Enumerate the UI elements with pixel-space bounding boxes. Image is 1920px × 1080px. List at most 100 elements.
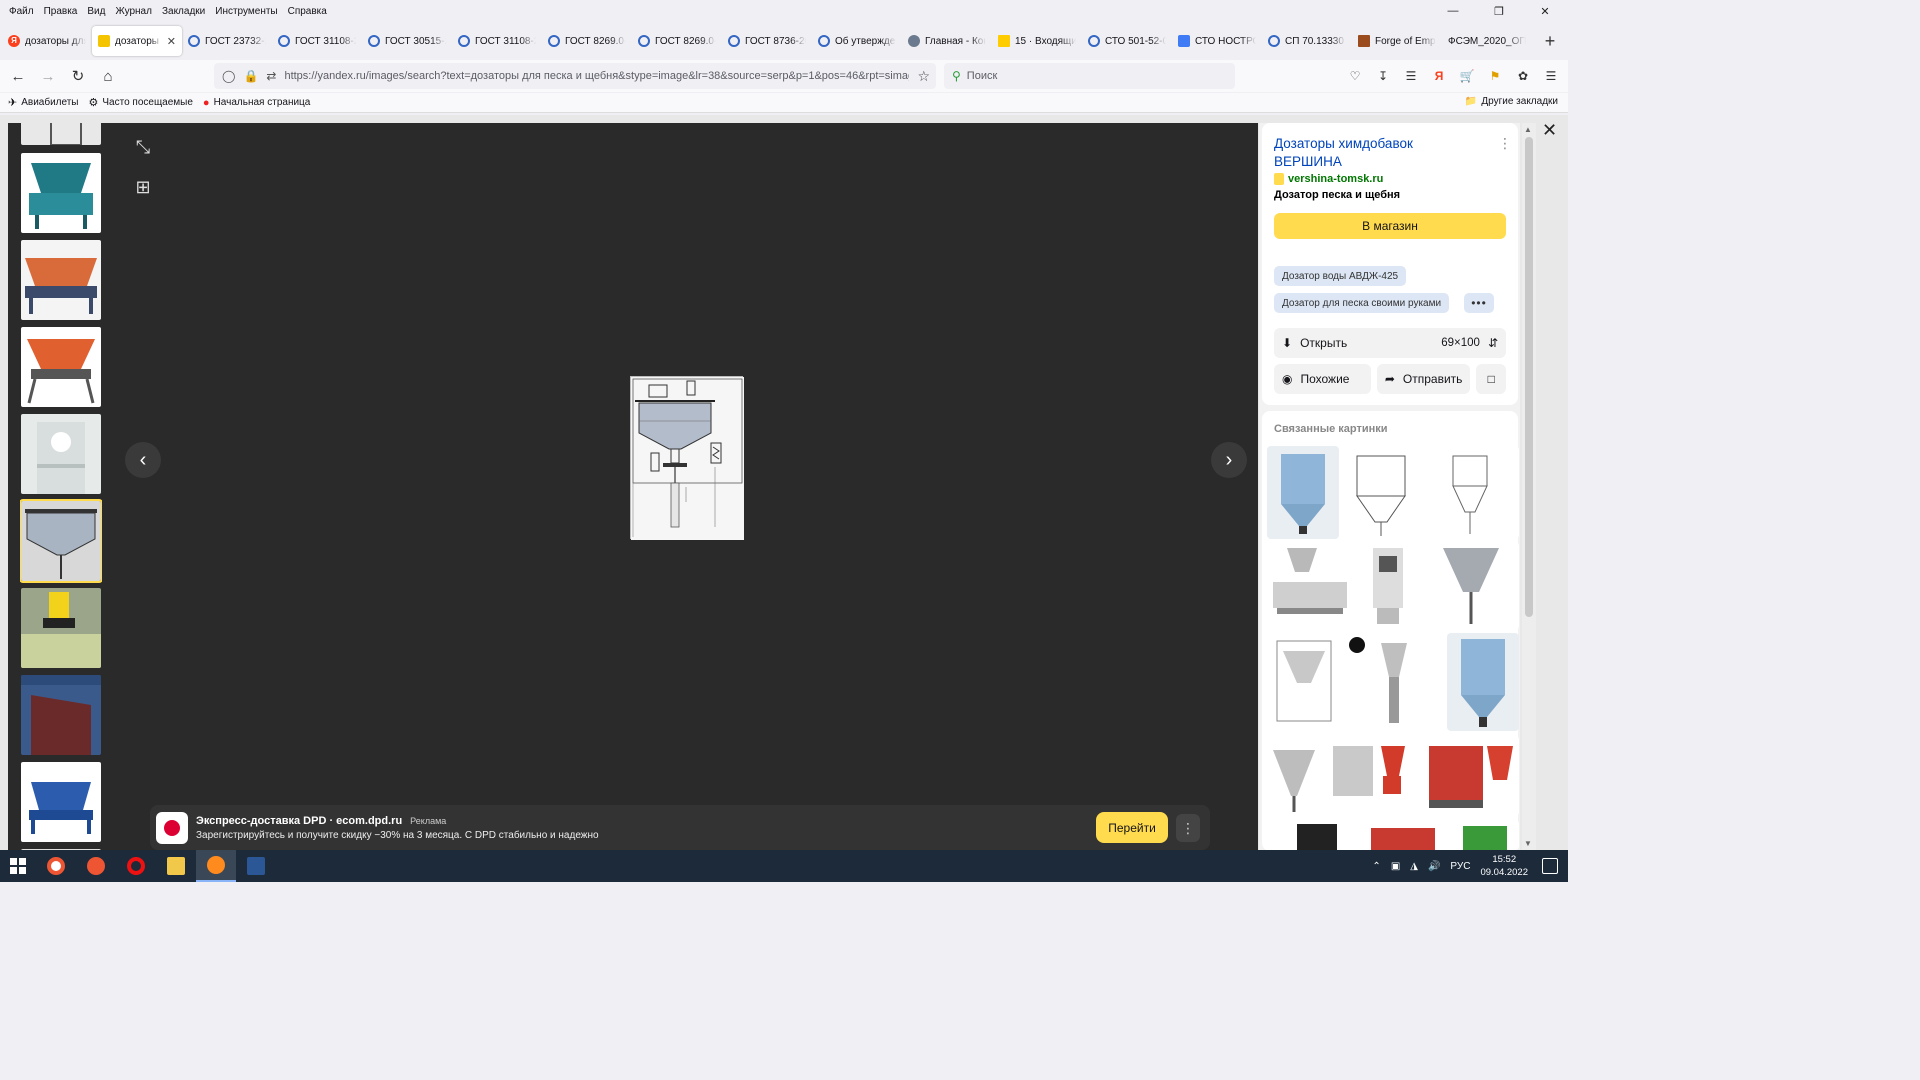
menu-history[interactable]: Журнал bbox=[110, 6, 157, 17]
volume-icon[interactable]: 🔊 bbox=[1428, 861, 1440, 872]
hamburger-menu-icon[interactable]: ☰ bbox=[1542, 64, 1560, 88]
tag-chip[interactable]: Дозатор для песка своими руками bbox=[1274, 293, 1450, 313]
word-taskbar-icon[interactable] bbox=[236, 850, 276, 882]
more-options-icon[interactable]: ⋮ bbox=[1498, 135, 1512, 152]
bookmark-start-page[interactable]: ● Начальная страница bbox=[203, 97, 310, 109]
size-select[interactable]: 69×100 bbox=[1441, 337, 1480, 349]
related-image[interactable] bbox=[1267, 736, 1321, 816]
extension-icon[interactable]: ✿ bbox=[1514, 64, 1532, 88]
main-image[interactable] bbox=[630, 376, 744, 540]
notifications-icon[interactable] bbox=[1542, 858, 1558, 874]
downloads-icon[interactable]: ↧ bbox=[1374, 64, 1392, 88]
related-image[interactable] bbox=[1423, 446, 1519, 539]
related-image[interactable] bbox=[1267, 633, 1341, 731]
reload-button[interactable]: ↻ bbox=[64, 62, 92, 90]
previous-image-button[interactable]: ‹ bbox=[125, 442, 161, 478]
tag-chip[interactable]: Дозатор воды АВДЖ-425 bbox=[1274, 266, 1407, 286]
url-text[interactable]: https://yandex.ru/images/search?text=доз… bbox=[284, 70, 909, 82]
bookmark-star-icon[interactable]: ☆ bbox=[917, 68, 936, 85]
close-window-button[interactable]: ✕ bbox=[1522, 0, 1568, 22]
to-shop-button[interactable]: В магазин bbox=[1274, 213, 1506, 239]
tab-5[interactable]: ГОСТ 31108-2016 bbox=[452, 26, 542, 56]
thumbnail[interactable] bbox=[21, 588, 101, 668]
lock-icon[interactable]: 🔒 bbox=[243, 69, 258, 83]
menu-edit[interactable]: Правка bbox=[39, 6, 83, 17]
menu-bookmarks[interactable]: Закладки bbox=[157, 6, 210, 17]
related-image[interactable] bbox=[1447, 633, 1519, 731]
thumbnail-strip[interactable] bbox=[20, 123, 102, 850]
menu-view[interactable]: Вид bbox=[82, 6, 110, 17]
address-bar[interactable]: ◯ 🔒 ⇄ https://yandex.ru/images/search?te… bbox=[214, 63, 936, 89]
tab-11[interactable]: 15 · Входящие bbox=[992, 26, 1082, 56]
clock[interactable]: 15:52 09.04.2022 bbox=[1480, 853, 1528, 879]
menu-help[interactable]: Справка bbox=[283, 6, 332, 17]
other-bookmarks[interactable]: 📁 Другие закладки bbox=[1465, 96, 1558, 107]
share-button[interactable]: ➦ Отправить bbox=[1376, 364, 1471, 394]
yandex-extension-icon[interactable]: Я bbox=[1430, 64, 1448, 88]
tab-10[interactable]: Главная - Кон bbox=[902, 26, 992, 56]
related-image[interactable] bbox=[1345, 633, 1443, 731]
thumbnail[interactable] bbox=[21, 675, 101, 755]
tab-6[interactable]: ГОСТ 8269.0-97 bbox=[542, 26, 632, 56]
thumbnail[interactable] bbox=[21, 153, 101, 233]
next-image-button[interactable]: › bbox=[1211, 442, 1247, 478]
related-image[interactable] bbox=[1343, 446, 1419, 539]
related-image[interactable] bbox=[1267, 446, 1339, 539]
tab-3[interactable]: ГОСТ 31108-2016 bbox=[272, 26, 362, 56]
shop-title[interactable]: Дозаторы химдобавок ВЕРШИНА bbox=[1274, 135, 1484, 171]
bookmark-image-button[interactable]: □ bbox=[1476, 364, 1506, 394]
related-image[interactable] bbox=[1325, 736, 1417, 816]
close-tab-icon[interactable]: ✕ bbox=[167, 35, 176, 48]
bookmark-flights[interactable]: ✈ Авиабилеты bbox=[8, 96, 79, 109]
tab-14[interactable]: СП 70.13330 bbox=[1262, 26, 1352, 56]
menu-file[interactable]: Файл bbox=[4, 6, 39, 17]
related-image[interactable] bbox=[1423, 542, 1519, 630]
scroll-up-icon[interactable]: ▲ bbox=[1524, 125, 1532, 134]
related-image[interactable] bbox=[1421, 736, 1519, 816]
shop-domain[interactable]: vershina-tomsk.ru bbox=[1274, 173, 1383, 185]
related-image[interactable] bbox=[1357, 542, 1419, 630]
menu-tools[interactable]: Инструменты bbox=[210, 6, 282, 17]
similar-button[interactable]: ◉ Похожие bbox=[1274, 364, 1371, 394]
thumbnail[interactable] bbox=[21, 240, 101, 320]
permissions-icon[interactable]: ⇄ bbox=[266, 69, 276, 83]
thumbnail-selected[interactable] bbox=[20, 499, 102, 583]
tab-1-active[interactable]: дозаторы для ✕ bbox=[92, 26, 182, 56]
file-explorer-taskbar-icon[interactable] bbox=[156, 850, 196, 882]
yandex-taskbar-icon[interactable] bbox=[76, 850, 116, 882]
bookmark-most-visited[interactable]: ⚙ Часто посещаемые bbox=[89, 96, 193, 109]
thumbnail[interactable] bbox=[21, 123, 101, 145]
tab-8[interactable]: ГОСТ 8736-2014 bbox=[722, 26, 812, 56]
related-image[interactable] bbox=[1267, 542, 1353, 630]
search-engine-icon[interactable]: ⚲ bbox=[952, 69, 961, 83]
ad-title-row[interactable]: Экспресс-доставка DPD · ecom.dpd.ru Рекла… bbox=[196, 815, 599, 827]
firefox-taskbar-icon[interactable] bbox=[196, 850, 236, 882]
ad-go-button[interactable]: Перейти bbox=[1096, 812, 1168, 843]
cart-icon[interactable]: 🛒 bbox=[1458, 64, 1476, 88]
pocket-icon[interactable]: ♡ bbox=[1346, 64, 1364, 88]
search-bar[interactable]: ⚲ Поиск bbox=[944, 63, 1235, 89]
new-tab-button[interactable]: + bbox=[1536, 27, 1564, 55]
scroll-down-icon[interactable]: ▼ bbox=[1524, 839, 1532, 848]
maximize-button[interactable]: ❐ bbox=[1476, 0, 1522, 22]
library-icon[interactable]: ☰ bbox=[1402, 64, 1420, 88]
related-image[interactable] bbox=[1361, 820, 1445, 850]
open-image-row[interactable]: ⬇ Открыть 69×100 ⇵ bbox=[1274, 328, 1506, 358]
thumbnail[interactable] bbox=[21, 327, 101, 407]
tray-expand-icon[interactable]: ⌃ bbox=[1372, 861, 1380, 872]
tablet-icon[interactable]: ▣ bbox=[1391, 861, 1400, 872]
ad-banner[interactable]: Экспресс-доставка DPD · ecom.dpd.ru Рекла… bbox=[150, 805, 1210, 850]
language-indicator[interactable]: РУС bbox=[1450, 861, 1470, 872]
tab-0[interactable]: Ядозаторы для песка bbox=[2, 26, 92, 56]
tab-12[interactable]: СТО 501-52-01 bbox=[1082, 26, 1172, 56]
minimize-button[interactable]: — bbox=[1430, 0, 1476, 22]
scroll-thumb[interactable] bbox=[1525, 137, 1533, 617]
yandex-browser-taskbar-icon[interactable] bbox=[36, 850, 76, 882]
related-image[interactable] bbox=[1267, 820, 1357, 850]
fullscreen-icon[interactable]: ⤡ bbox=[127, 131, 159, 163]
home-button[interactable]: ⌂ bbox=[94, 62, 122, 90]
tab-2[interactable]: ГОСТ 23732-2011 bbox=[182, 26, 272, 56]
opera-taskbar-icon[interactable] bbox=[116, 850, 156, 882]
windows-start-button[interactable] bbox=[0, 850, 36, 882]
tab-7[interactable]: ГОСТ 8269.0-97 bbox=[632, 26, 722, 56]
